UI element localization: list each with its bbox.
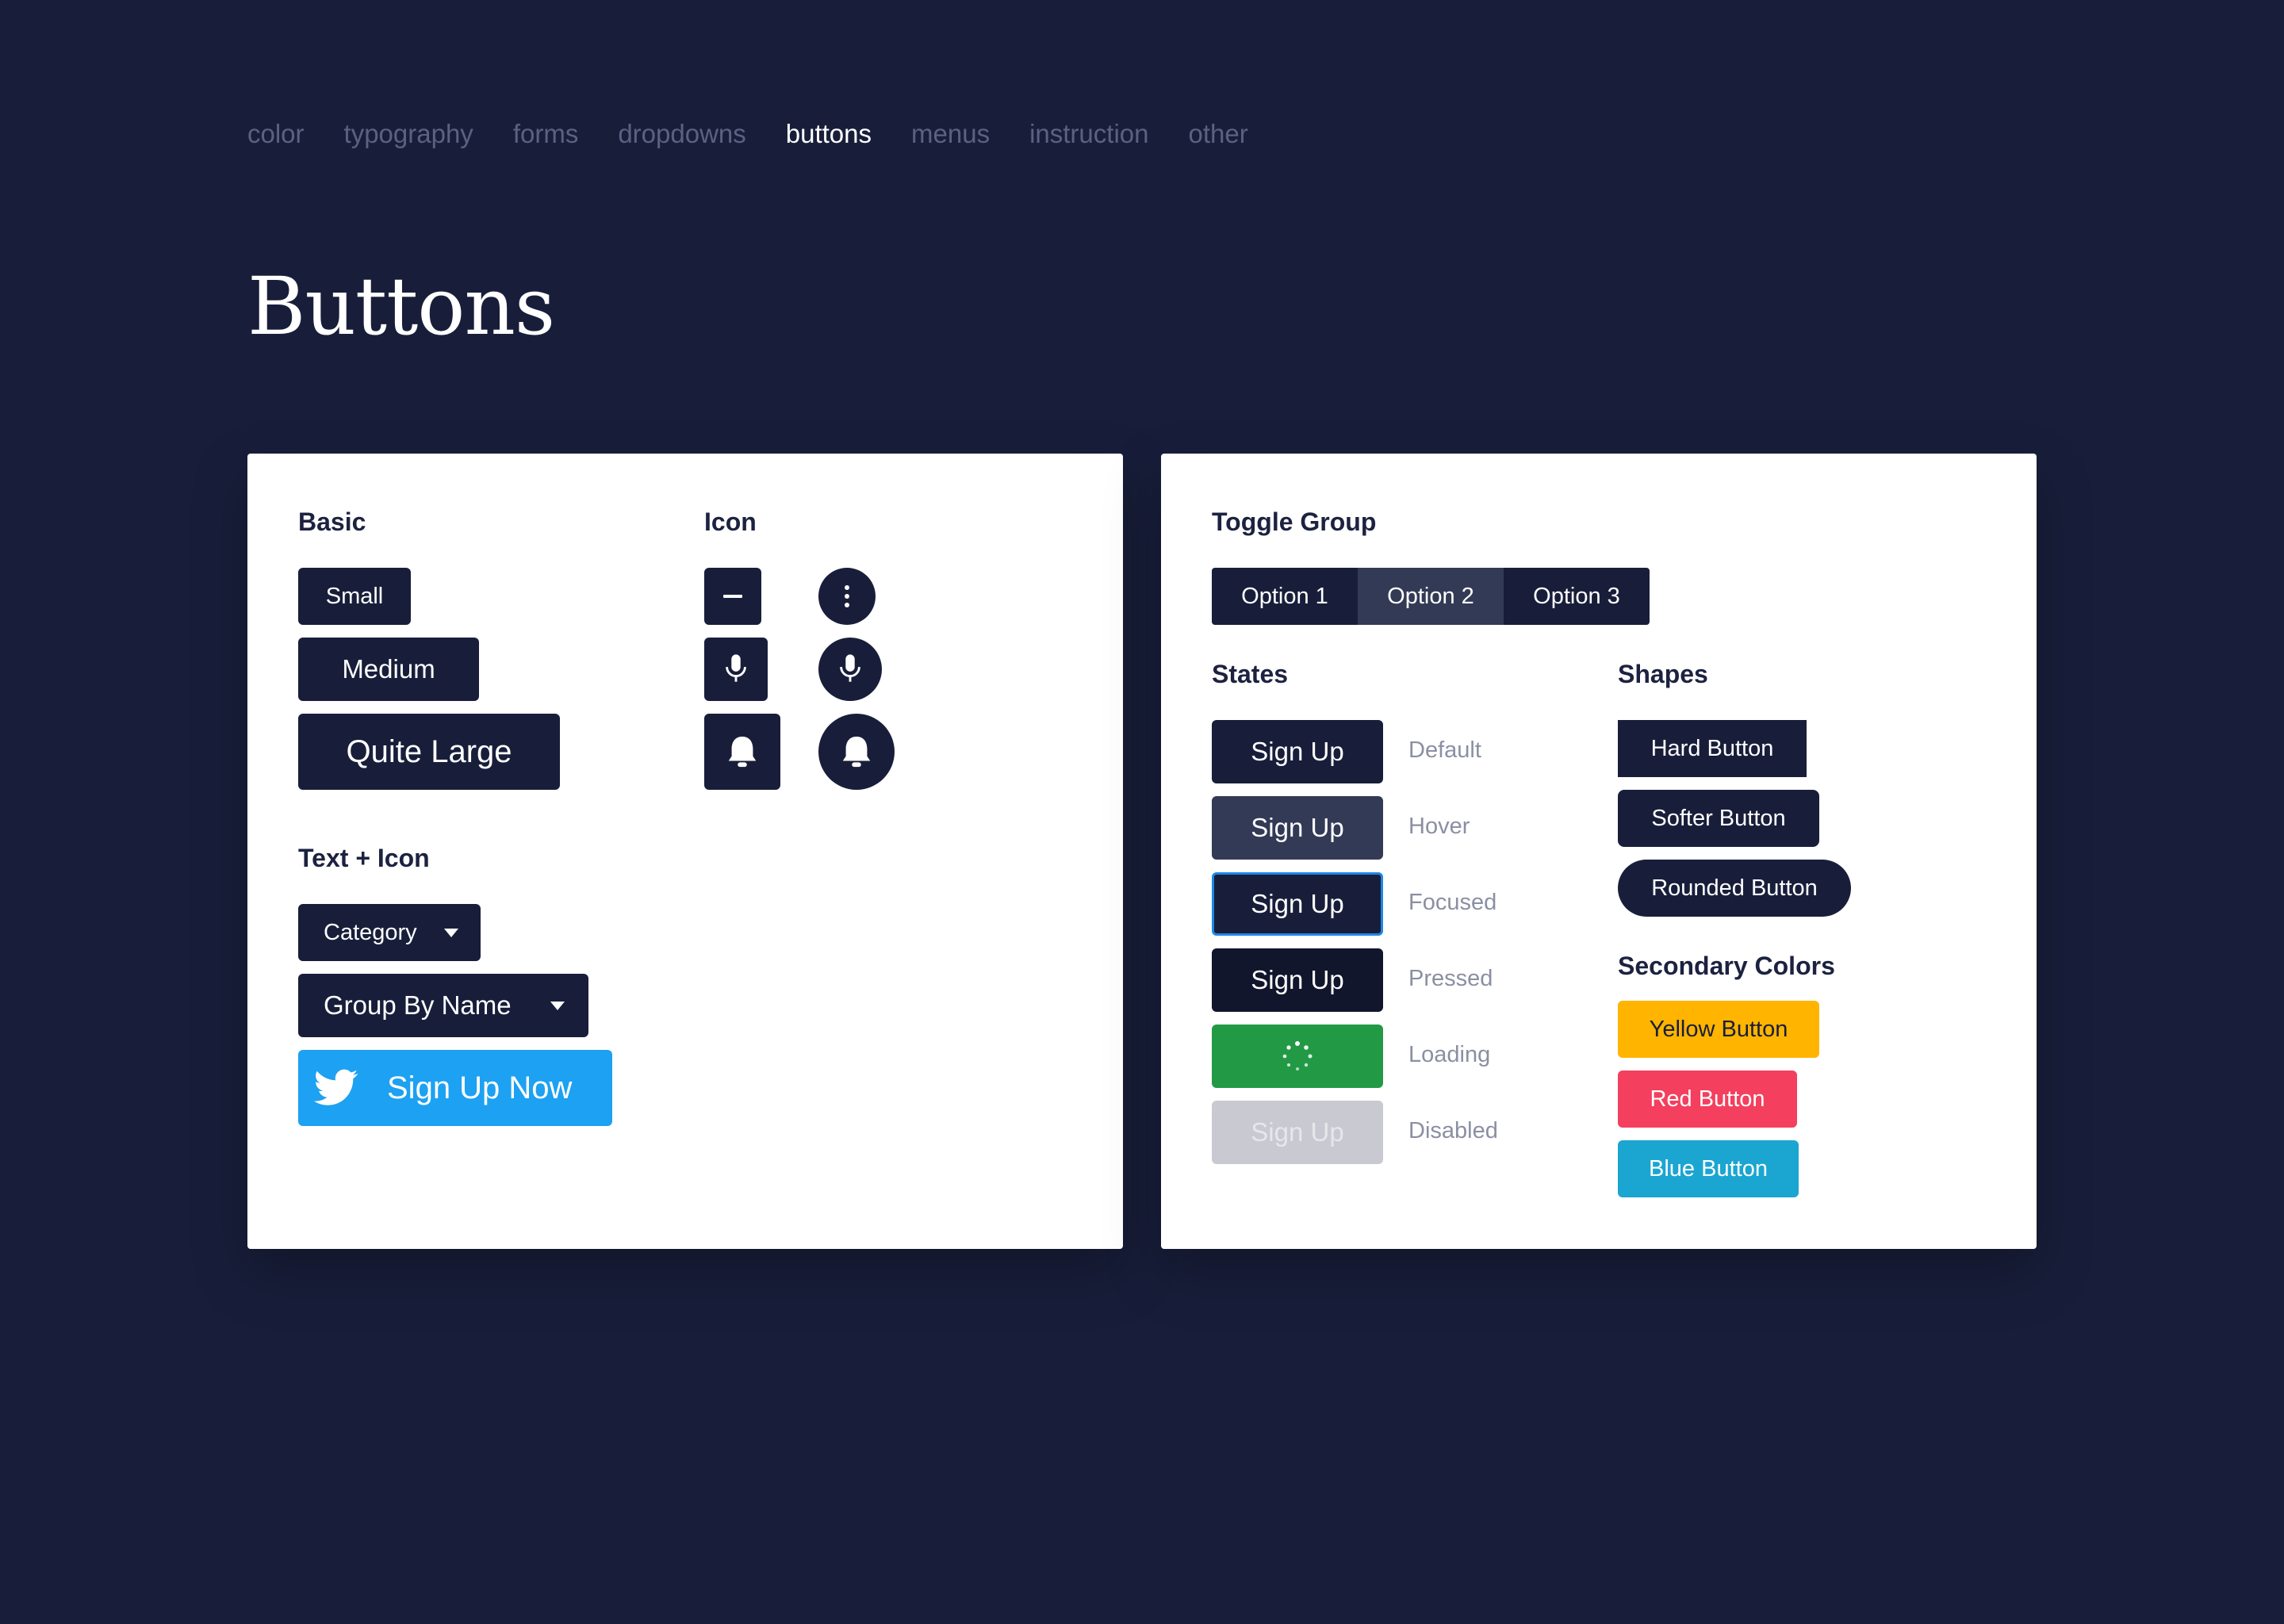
- bell-square-button[interactable]: [704, 714, 780, 790]
- caret-down-icon: [444, 928, 458, 937]
- signup-disabled-button: Sign Up: [1212, 1101, 1383, 1164]
- loading-spinner-icon: [1282, 1041, 1313, 1071]
- top-nav: color typography forms dropdowns buttons…: [247, 119, 1248, 149]
- category-label: Category: [324, 919, 417, 945]
- minus-icon: [723, 595, 742, 598]
- secondary-colors-title: Secondary Colors: [1618, 952, 1835, 980]
- state-label-pressed: Pressed: [1408, 966, 1493, 991]
- caret-down-icon: [550, 1001, 565, 1010]
- toggle-group: Option 1 Option 2 Option 3: [1212, 568, 1650, 625]
- rounded-button[interactable]: Rounded Button: [1618, 860, 1851, 917]
- page-title: Buttons: [247, 260, 555, 353]
- right-panel: Toggle Group Option 1 Option 2 Option 3 …: [1161, 454, 2037, 1249]
- nav-item-other[interactable]: other: [1188, 119, 1247, 149]
- nav-item-instruction[interactable]: instruction: [1029, 119, 1148, 149]
- nav-item-forms[interactable]: forms: [513, 119, 579, 149]
- minus-icon-button[interactable]: [704, 568, 761, 625]
- microphone-square-button[interactable]: [704, 638, 768, 701]
- nav-item-typography[interactable]: typography: [344, 119, 473, 149]
- blue-button[interactable]: Blue Button: [1618, 1140, 1799, 1197]
- toggle-option-1[interactable]: Option 1: [1212, 568, 1358, 625]
- signup-hover-button[interactable]: Sign Up: [1212, 796, 1383, 860]
- state-label-hover: Hover: [1408, 814, 1470, 839]
- basic-section-title: Basic: [298, 508, 366, 536]
- state-label-disabled: Disabled: [1408, 1118, 1498, 1143]
- twitter-signup-label: Sign Up Now: [387, 1070, 573, 1105]
- signup-focused-button[interactable]: Sign Up: [1212, 872, 1383, 936]
- twitter-signup-button[interactable]: Sign Up Now: [298, 1050, 612, 1126]
- icon-section-title: Icon: [704, 508, 757, 536]
- nav-item-buttons[interactable]: buttons: [786, 119, 872, 149]
- red-button[interactable]: Red Button: [1618, 1071, 1797, 1128]
- toggle-option-3[interactable]: Option 3: [1504, 568, 1650, 625]
- bell-icon: [842, 736, 871, 768]
- bell-circle-button[interactable]: [818, 714, 895, 790]
- states-title: States: [1212, 660, 1289, 688]
- nav-item-dropdowns[interactable]: dropdowns: [618, 119, 745, 149]
- softer-button[interactable]: Softer Button: [1618, 790, 1819, 847]
- microphone-circle-button[interactable]: [818, 638, 882, 701]
- microphone-icon: [840, 654, 860, 682]
- group-by-dropdown-button[interactable]: Group By Name: [298, 974, 588, 1037]
- yellow-button[interactable]: Yellow Button: [1618, 1001, 1819, 1058]
- more-vertical-icon: [845, 585, 849, 607]
- toggle-option-2[interactable]: Option 2: [1358, 568, 1504, 625]
- more-vertical-icon-button[interactable]: [818, 568, 876, 625]
- nav-item-menus[interactable]: menus: [911, 119, 990, 149]
- hard-button[interactable]: Hard Button: [1618, 720, 1807, 777]
- twitter-icon: [314, 1069, 358, 1105]
- microphone-icon: [726, 654, 746, 682]
- medium-button[interactable]: Medium: [298, 638, 479, 701]
- small-button[interactable]: Small: [298, 568, 411, 625]
- signup-pressed-button[interactable]: Sign Up: [1212, 948, 1383, 1012]
- category-dropdown-button[interactable]: Category: [298, 904, 481, 961]
- toggle-group-title: Toggle Group: [1212, 508, 1377, 536]
- text-icon-section-title: Text + Icon: [298, 844, 430, 872]
- quite-large-button[interactable]: Quite Large: [298, 714, 560, 790]
- signup-default-button[interactable]: Sign Up: [1212, 720, 1383, 783]
- state-label-focused: Focused: [1408, 890, 1497, 915]
- bell-icon: [728, 736, 757, 768]
- state-label-default: Default: [1408, 737, 1481, 763]
- shapes-title: Shapes: [1618, 660, 1708, 688]
- state-label-loading: Loading: [1408, 1042, 1491, 1067]
- group-by-label: Group By Name: [324, 990, 512, 1020]
- left-panel: Basic Small Medium Quite Large Icon Text…: [247, 454, 1123, 1249]
- signup-loading-button[interactable]: [1212, 1025, 1383, 1088]
- nav-item-color[interactable]: color: [247, 119, 305, 149]
